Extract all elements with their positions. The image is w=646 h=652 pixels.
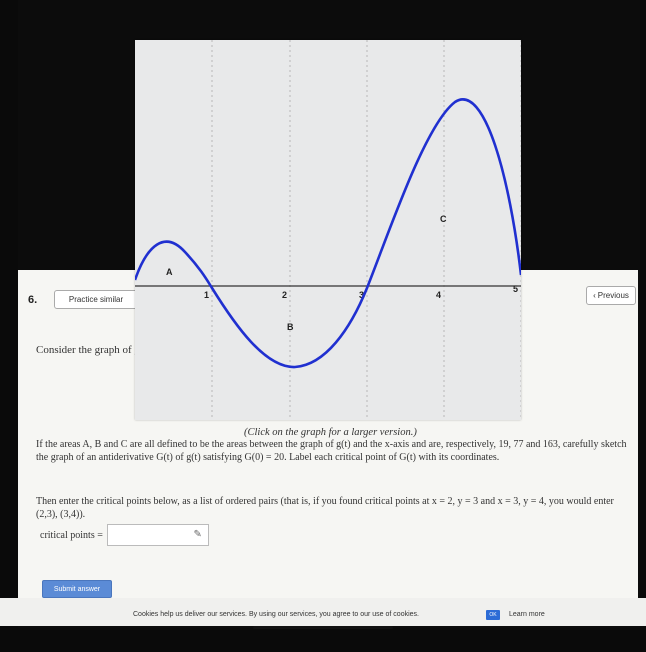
consider-text: Consider the graph of g <box>36 344 140 356</box>
answer-row: critical points = ✎ <box>40 524 209 546</box>
learn-more-link[interactable]: Learn more <box>509 611 545 618</box>
x-tick-label: 2 <box>282 290 287 300</box>
x-tick-label: 4 <box>436 290 441 300</box>
region-label-a: A <box>166 267 173 277</box>
critical-points-input[interactable]: ✎ <box>106 524 209 546</box>
x-tick-label: 5 <box>513 284 518 294</box>
submit-answer-button[interactable]: Submit answer <box>42 580 112 598</box>
practice-similar-button[interactable]: Practice similar <box>54 290 138 309</box>
previous-button[interactable]: ‹ Previous <box>586 286 636 305</box>
graph-svg: 1 2 3 4 5 A B C <box>135 40 521 420</box>
region-label-b: B <box>287 322 294 332</box>
graph-image[interactable]: 1 2 3 4 5 A B C <box>135 40 521 420</box>
cookie-text: Cookies help us deliver our services. By… <box>133 611 419 618</box>
g-curve <box>135 98 521 369</box>
problem-statement: If the areas A, B and C are all defined … <box>36 439 627 463</box>
answer-instructions: Then enter the critical points below, as… <box>36 496 614 520</box>
x-tick-label: 1 <box>204 290 209 300</box>
cookie-bar: Cookies help us deliver our services. By… <box>0 598 646 626</box>
home-indicator <box>253 626 393 629</box>
cookie-ok-button[interactable]: OK <box>486 610 500 620</box>
previous-label: Previous <box>597 291 629 300</box>
pencil-icon[interactable]: ✎ <box>193 529 201 540</box>
chevron-left-icon: ‹ <box>593 291 596 300</box>
graph-caption[interactable]: (Click on the graph for a larger version… <box>244 427 417 438</box>
answer-label: critical points = <box>40 529 103 541</box>
question-number: 6. <box>28 294 38 306</box>
region-label-c: C <box>440 214 447 224</box>
